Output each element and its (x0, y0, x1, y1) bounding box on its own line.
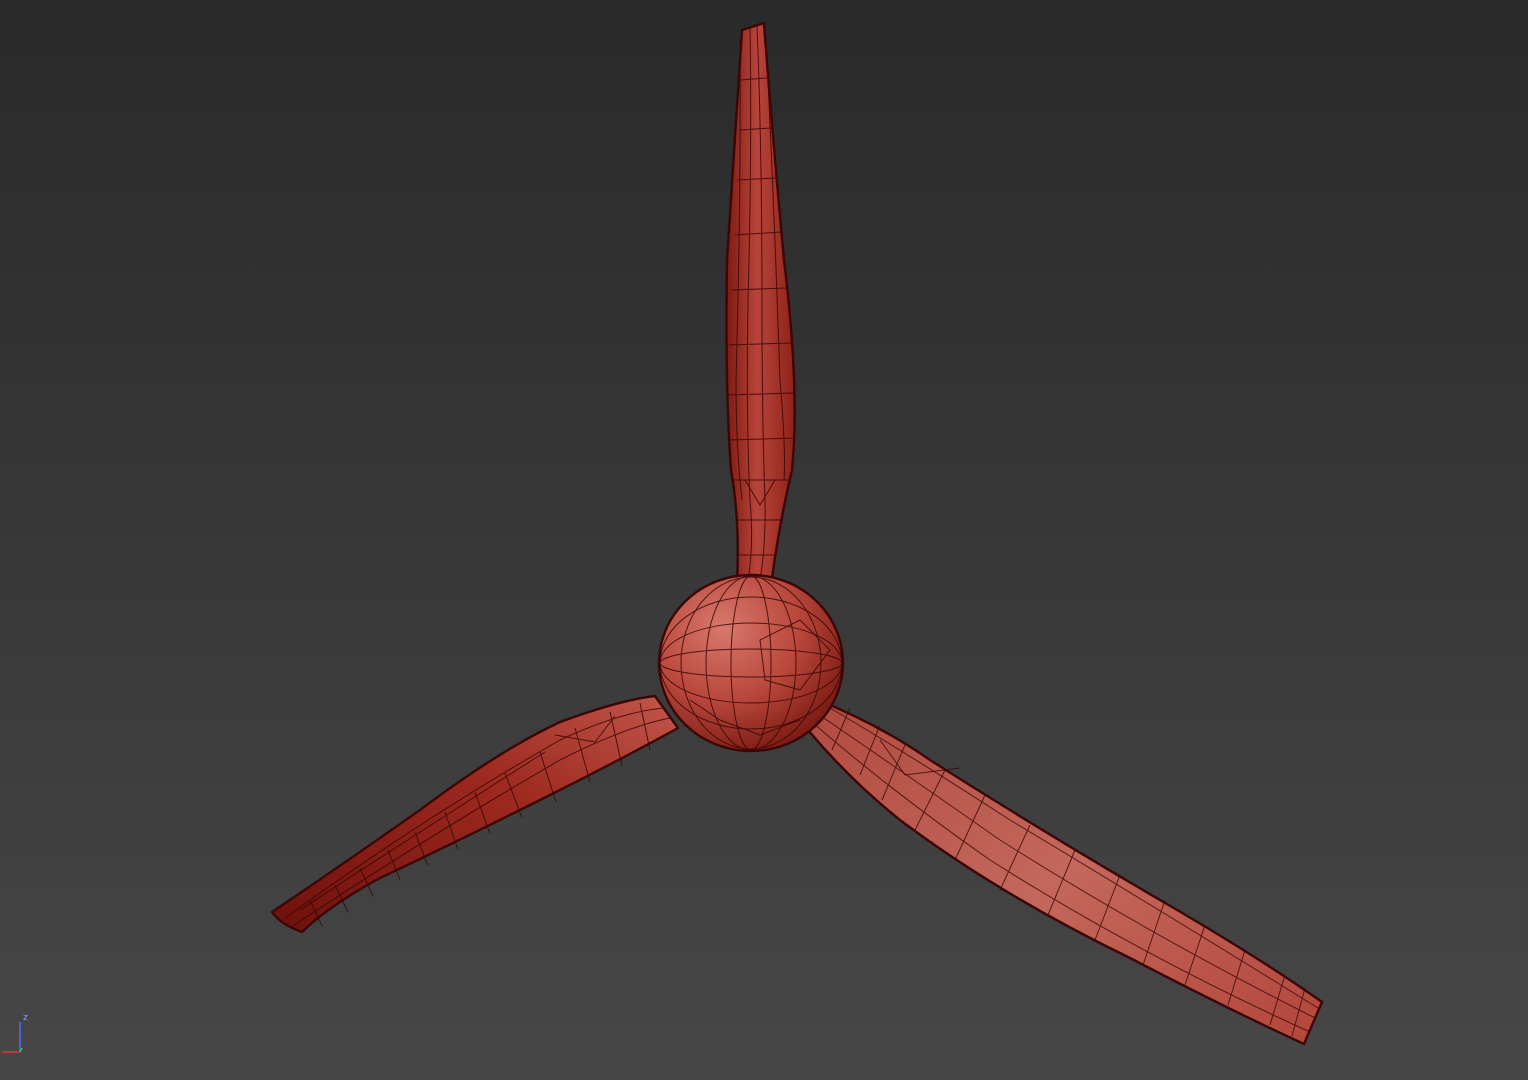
z-axis-label: z (23, 1013, 28, 1023)
propeller-model[interactable] (0, 0, 1528, 1080)
blade-top[interactable] (725, 21, 796, 584)
3d-viewport[interactable]: z (0, 0, 1528, 1080)
blade-left[interactable] (270, 694, 680, 934)
propeller-hub[interactable] (657, 573, 845, 753)
axis-gizmo: z (2, 1013, 28, 1053)
blade-right[interactable] (806, 698, 1324, 1046)
